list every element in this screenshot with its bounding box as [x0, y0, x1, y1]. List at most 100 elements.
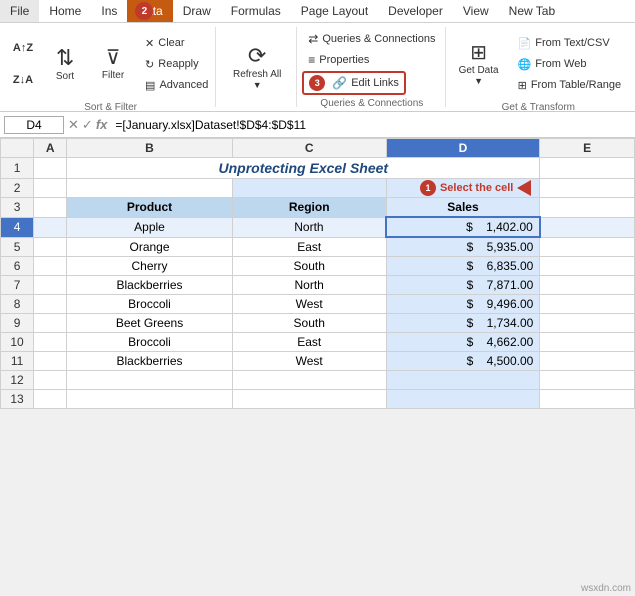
cell-product-header[interactable]: Product [67, 198, 233, 218]
tab-developer[interactable]: Developer [378, 0, 453, 22]
cell-e6[interactable] [540, 257, 635, 276]
tab-data-badge-wrap: 2 Data [137, 4, 162, 18]
cell-sales-broccoli-2[interactable]: $ 4,662.00 [386, 333, 540, 352]
cell-c12[interactable] [232, 371, 386, 390]
cell-a9[interactable] [34, 314, 67, 333]
advanced-button[interactable]: ▤ Advanced [139, 76, 214, 95]
cell-b12[interactable] [67, 371, 233, 390]
edit-links-button[interactable]: 3 🔗 Edit Links [302, 71, 406, 95]
cell-d13[interactable] [386, 390, 540, 409]
col-header-d[interactable]: D [386, 139, 540, 158]
tab-insert[interactable]: Ins [91, 0, 127, 22]
queries-connections-button[interactable]: ⇄ Queries & Connections [302, 29, 441, 49]
col-header-b[interactable]: B [67, 139, 233, 158]
tab-home[interactable]: Home [39, 0, 91, 22]
cell-sales-orange[interactable]: $ 5,935.00 [386, 237, 540, 257]
cell-a7[interactable] [34, 276, 67, 295]
cell-region-header[interactable]: Region [232, 198, 386, 218]
cell-sales-blackberries-1[interactable]: $ 7,871.00 [386, 276, 540, 295]
cell-east-2[interactable]: East [232, 333, 386, 352]
get-data-dropdown-icon: ▼ [474, 76, 483, 86]
cell-e1[interactable] [540, 158, 635, 179]
get-data-button[interactable]: ⊞ Get Data ▼ [450, 29, 508, 99]
cell-beet-greens[interactable]: Beet Greens [67, 314, 233, 333]
cell-a10[interactable] [34, 333, 67, 352]
col-header-a[interactable]: A [34, 139, 67, 158]
cell-broccoli-2[interactable]: Broccoli [67, 333, 233, 352]
tab-page-layout[interactable]: Page Layout [291, 0, 378, 22]
cell-e2[interactable] [540, 179, 635, 198]
cell-e4[interactable] [540, 217, 635, 237]
cell-sales-beet-greens[interactable]: $ 1,734.00 [386, 314, 540, 333]
cell-a1[interactable] [34, 158, 67, 179]
tab-data[interactable]: 2 Data [127, 0, 172, 22]
tab-view[interactable]: View [453, 0, 499, 22]
cell-blackberries-1[interactable]: Blackberries [67, 276, 233, 295]
cell-sales-blackberries-2[interactable]: $ 4,500.00 [386, 352, 540, 371]
cell-e12[interactable] [540, 371, 635, 390]
cell-d2[interactable]: 1 Select the cell [386, 179, 540, 198]
cell-broccoli-1[interactable]: Broccoli [67, 295, 233, 314]
cell-b2[interactable] [67, 179, 233, 198]
insert-function-icon[interactable]: fx [96, 117, 108, 132]
cell-sales-header[interactable]: Sales [386, 198, 540, 218]
cell-west-1[interactable]: West [232, 295, 386, 314]
from-table-button[interactable]: ⊞ From Table/Range [512, 76, 628, 95]
cell-a13[interactable] [34, 390, 67, 409]
cell-c2[interactable] [232, 179, 386, 198]
cell-reference-box[interactable] [4, 116, 64, 134]
cell-a11[interactable] [34, 352, 67, 371]
sort-button[interactable]: ⇅ Sort [43, 29, 87, 99]
cell-south-1[interactable]: South [232, 257, 386, 276]
col-header-c[interactable]: C [232, 139, 386, 158]
cell-d12[interactable] [386, 371, 540, 390]
cancel-formula-icon[interactable]: ✕ [68, 117, 79, 133]
confirm-formula-icon[interactable]: ✓ [82, 117, 93, 133]
cell-sales-apple[interactable]: $ 1,402.00 [386, 217, 540, 237]
reapply-button[interactable]: ↻ Reapply [139, 55, 214, 74]
cell-blackberries-2[interactable]: Blackberries [67, 352, 233, 371]
cell-sales-broccoli-1[interactable]: $ 9,496.00 [386, 295, 540, 314]
cell-e10[interactable] [540, 333, 635, 352]
filter-button[interactable]: ⊽ Filter [91, 29, 135, 99]
cell-east-1[interactable]: East [232, 237, 386, 257]
cell-e5[interactable] [540, 237, 635, 257]
cell-a8[interactable] [34, 295, 67, 314]
from-text-csv-button[interactable]: 📄 From Text/CSV [512, 34, 628, 53]
properties-button[interactable]: ≡ Properties [302, 50, 375, 70]
col-header-e[interactable]: E [540, 139, 635, 158]
cell-e9[interactable] [540, 314, 635, 333]
cell-a3[interactable] [34, 198, 67, 218]
cell-b13[interactable] [67, 390, 233, 409]
clear-button[interactable]: ✕ Clear [139, 34, 214, 53]
cell-a6[interactable] [34, 257, 67, 276]
cell-south-2[interactable]: South [232, 314, 386, 333]
formula-input[interactable] [111, 117, 631, 133]
cell-west-2[interactable]: West [232, 352, 386, 371]
tab-file[interactable]: File [0, 0, 39, 22]
tab-draw[interactable]: Draw [173, 0, 221, 22]
tab-formulas[interactable]: Formulas [221, 0, 291, 22]
cell-a2[interactable] [34, 179, 67, 198]
cell-a5[interactable] [34, 237, 67, 257]
cell-e8[interactable] [540, 295, 635, 314]
cell-sales-cherry[interactable]: $ 6,835.00 [386, 257, 540, 276]
cell-cherry[interactable]: Cherry [67, 257, 233, 276]
refresh-all-button[interactable]: ⟳ Refresh All ▼ [224, 32, 290, 102]
cell-a4[interactable] [34, 217, 67, 237]
tab-new-tab[interactable]: New Tab [499, 0, 565, 22]
cell-c13[interactable] [232, 390, 386, 409]
cell-north-1[interactable]: North [232, 217, 386, 237]
cell-a12[interactable] [34, 371, 67, 390]
cell-orange[interactable]: Orange [67, 237, 233, 257]
cell-e13[interactable] [540, 390, 635, 409]
cell-apple[interactable]: Apple [67, 217, 233, 237]
cell-e3[interactable] [540, 198, 635, 218]
sort-az-button[interactable]: A↑Z [7, 33, 39, 63]
cell-e11[interactable] [540, 352, 635, 371]
from-web-button[interactable]: 🌐 From Web [512, 55, 628, 74]
cell-north-2[interactable]: North [232, 276, 386, 295]
sort-za-button[interactable]: Z↓A [7, 65, 39, 95]
row-header-11: 11 [1, 352, 34, 371]
cell-e7[interactable] [540, 276, 635, 295]
